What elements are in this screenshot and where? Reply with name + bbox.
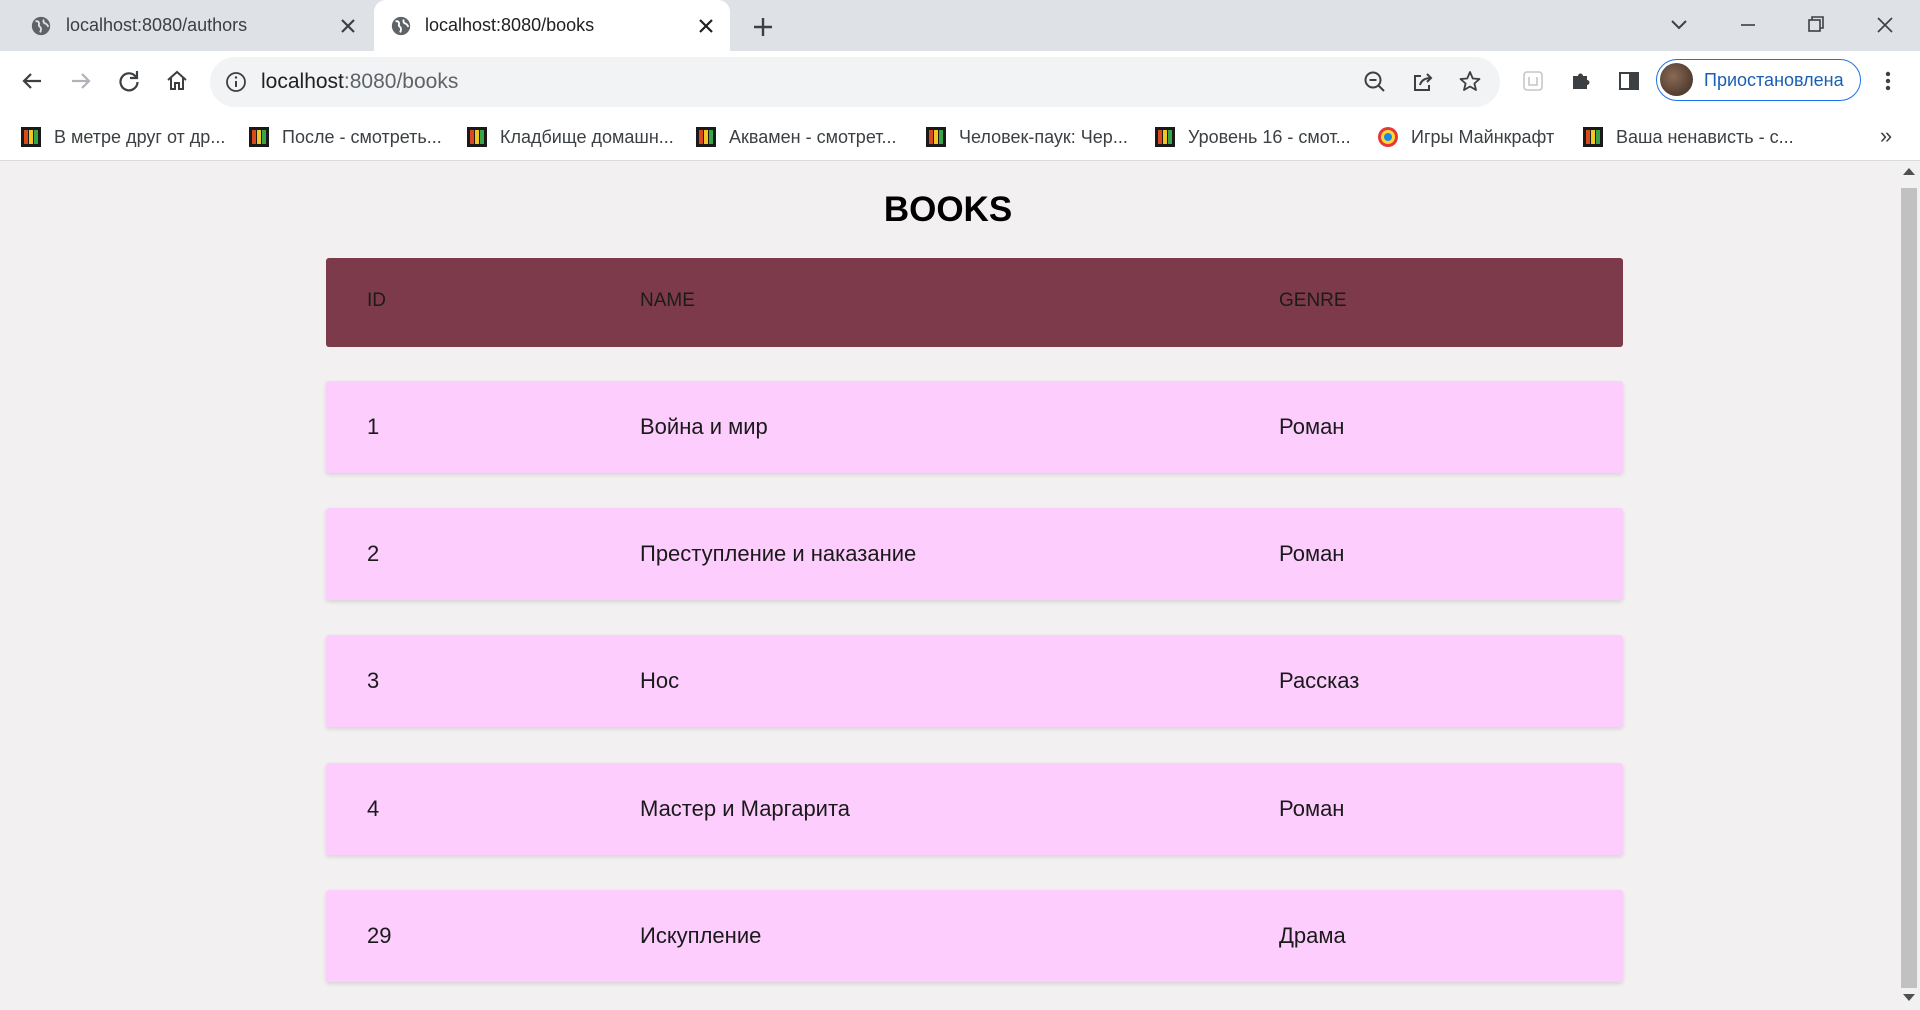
bookmark-label: Уровень 16 - смот...	[1188, 126, 1351, 147]
scroll-down-arrow-icon[interactable]	[1903, 994, 1915, 1001]
back-arrow-icon[interactable]	[17, 66, 47, 96]
book-name: Преступление и наказание	[640, 541, 917, 566]
bookmark-item[interactable]: Ваша ненависть - с...	[1582, 123, 1794, 151]
close-window-icon[interactable]	[1870, 10, 1900, 40]
reload-icon[interactable]	[114, 66, 144, 96]
bookmark-label: Человек-паук: Чер...	[959, 126, 1128, 147]
bookmark-item[interactable]: После - смотреть...	[248, 123, 442, 151]
book-id: 4	[367, 796, 380, 821]
bookmark-label: Аквамен - смотрет...	[729, 126, 897, 147]
bookmark-item[interactable]: В метре друг от др...	[20, 123, 225, 151]
table-row: 3 Нос Рассказ	[326, 635, 1623, 727]
tab-title: localhost:8080/authors	[66, 15, 248, 35]
bookmark-label: После - смотреть...	[282, 126, 442, 147]
bookmark-label: Ваша ненависть - с...	[1616, 126, 1794, 147]
book-genre: Роман	[1279, 541, 1345, 566]
bookmark-item[interactable]: Игры Майнкрафт	[1377, 123, 1554, 151]
home-icon[interactable]	[162, 66, 192, 96]
bookmark-label: Кладбище домашн...	[500, 126, 674, 147]
scroll-up-arrow-icon[interactable]	[1903, 168, 1915, 175]
minimize-icon[interactable]	[1733, 10, 1763, 40]
book-name: Нос	[640, 668, 680, 693]
tab-strip: localhost:8080/authors localhost:8080/bo…	[0, 0, 1920, 51]
vertical-scrollbar[interactable]	[1898, 162, 1920, 1010]
table-header: ID NAME GENRE	[326, 258, 1623, 347]
book-name: Война и мир	[640, 414, 768, 439]
tab-search-chevron-icon[interactable]	[1664, 10, 1694, 40]
tab-authors[interactable]: localhost:8080/authors	[0, 0, 372, 51]
games-site-icon	[1378, 127, 1398, 147]
url-host: localhost	[261, 70, 344, 93]
book-id: 3	[367, 668, 380, 693]
globe-icon	[391, 16, 411, 36]
forward-arrow-icon[interactable]	[66, 66, 96, 96]
page-viewport: BOOKS ID NAME GENRE 1 Война и мир Роман …	[0, 162, 1898, 1010]
column-header-genre: GENRE	[1279, 290, 1347, 311]
bookmark-item[interactable]: Уровень 16 - смот...	[1154, 123, 1351, 151]
film-site-icon	[1583, 127, 1603, 147]
url-text[interactable]: localhost:8080/books	[261, 70, 458, 94]
address-bar[interactable]: localhost:8080/books	[210, 57, 1500, 107]
site-info-icon[interactable]	[224, 70, 248, 94]
profile-button[interactable]: Приостановлена	[1656, 59, 1861, 101]
bookmark-item[interactable]: Человек-паук: Чер...	[925, 123, 1128, 151]
bookmark-item[interactable]: Аквамен - смотрет...	[695, 123, 896, 151]
book-id: 29	[367, 923, 392, 948]
book-id: 2	[367, 541, 380, 566]
table-row: 4 Мастер и Маргарита Роман	[326, 763, 1623, 855]
close-tab-icon[interactable]	[336, 14, 360, 38]
scrollbar-thumb[interactable]	[1901, 188, 1917, 988]
film-site-icon	[249, 127, 269, 147]
bookmark-item[interactable]: Кладбище домашн...	[466, 123, 674, 151]
table-row: 29 Искупление Драма	[326, 890, 1623, 982]
table-row: 1 Война и мир Роман	[326, 381, 1623, 473]
film-site-icon	[926, 127, 946, 147]
bookmark-label: Игры Майнкрафт	[1411, 126, 1555, 147]
extension-icon[interactable]	[1518, 66, 1548, 96]
share-icon[interactable]	[1408, 67, 1438, 97]
book-genre: Роман	[1279, 796, 1345, 821]
bookmark-label: В метре друг от др...	[54, 126, 226, 147]
tab-books[interactable]: localhost:8080/books	[374, 0, 730, 51]
profile-status: Приостановлена	[1704, 70, 1844, 90]
url-path: :8080/books	[343, 70, 459, 93]
film-site-icon	[21, 127, 41, 147]
tab-title: localhost:8080/books	[425, 15, 595, 35]
globe-icon	[31, 16, 51, 36]
film-site-icon	[696, 127, 716, 147]
film-site-icon	[467, 127, 487, 147]
book-name: Искупление	[640, 923, 762, 948]
menu-kebab-icon[interactable]	[1873, 66, 1903, 96]
bookmarks-overflow-button[interactable]: »	[1874, 124, 1898, 148]
book-genre: Роман	[1279, 414, 1345, 439]
book-name: Мастер и Маргарита	[640, 796, 851, 821]
film-site-icon	[1155, 127, 1175, 147]
table-row: 2 Преступление и наказание Роман	[326, 508, 1623, 600]
column-header-id: ID	[367, 290, 386, 311]
book-genre: Рассказ	[1279, 668, 1360, 693]
side-panel-icon[interactable]	[1614, 66, 1644, 96]
close-tab-icon[interactable]	[694, 14, 718, 38]
new-tab-icon[interactable]	[748, 12, 778, 42]
column-header-name: NAME	[640, 290, 695, 311]
browser-toolbar: localhost:8080/books Приостановлена	[0, 51, 1920, 113]
bookmarks-bar: В метре друг от др... После - смотреть..…	[0, 113, 1920, 161]
restore-icon[interactable]	[1801, 10, 1831, 40]
avatar	[1660, 63, 1693, 96]
book-id: 1	[367, 414, 380, 439]
extensions-puzzle-icon[interactable]	[1566, 66, 1596, 96]
book-genre: Драма	[1279, 923, 1346, 948]
bookmark-star-icon[interactable]	[1455, 67, 1485, 97]
zoom-out-icon[interactable]	[1360, 67, 1390, 97]
page-title: BOOKS	[883, 190, 1013, 229]
